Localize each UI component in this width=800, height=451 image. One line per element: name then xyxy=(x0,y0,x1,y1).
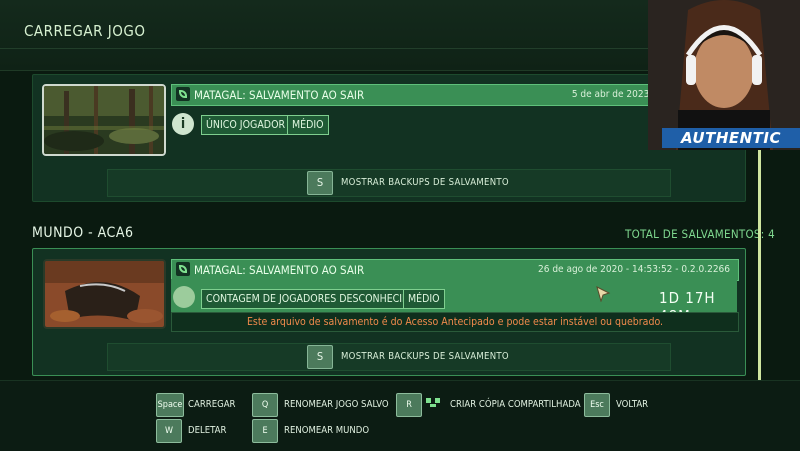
show-backups-label: MOSTRAR BACKUPS DE SALVAMENTO xyxy=(341,351,509,362)
key-space[interactable]: Space xyxy=(156,393,184,417)
total-saves: TOTAL DE SALVAMENTOS: 4 xyxy=(625,227,776,241)
save-date: 26 de ago de 2020 - 14:53:52 - 0.2.0.226… xyxy=(538,264,730,275)
save-title-bar-1[interactable]: MATAGAL: SALVAMENTO AO SAIR 5 de abr de … xyxy=(171,84,673,106)
key-e[interactable]: E xyxy=(252,419,278,443)
save-thumbnail-1 xyxy=(42,84,166,156)
key-esc[interactable]: Esc xyxy=(584,393,610,417)
save-slot-2[interactable]: MATAGAL: SALVAMENTO AO SAIR 26 de ago de… xyxy=(32,248,746,376)
page-title: CARREGAR JOGO xyxy=(24,22,146,40)
create-shared-copy-label[interactable]: CRIAR CÓPIA COMPARTILHADA xyxy=(450,399,581,410)
desert-thumbnail-image xyxy=(45,261,164,327)
load-label[interactable]: CARREGAR xyxy=(188,399,236,410)
scrollbar[interactable] xyxy=(758,150,761,380)
key-s: S xyxy=(307,171,333,195)
early-access-warning: Este arquivo de salvamento é do Acesso A… xyxy=(171,312,739,332)
save-name: MATAGAL: SALVAMENTO AO SAIR xyxy=(194,263,365,277)
show-backups-label: MOSTRAR BACKUPS DE SALVAMENTO xyxy=(341,177,509,188)
key-s: S xyxy=(307,345,333,369)
tag-player-count: CONTAGEM DE JOGADORES DESCONHECIDA xyxy=(201,289,421,309)
world-title: MUNDO - ACA6 xyxy=(32,225,134,241)
backup-row-1[interactable]: S MOSTRAR BACKUPS DE SALVAMENTO xyxy=(107,169,671,197)
save-thumbnail-2 xyxy=(43,259,166,329)
tag-difficulty: MÉDIO xyxy=(403,289,445,309)
share-icon xyxy=(426,398,440,407)
key-q[interactable]: Q xyxy=(252,393,278,417)
rename-world-label[interactable]: RENOMEAR MUNDO xyxy=(284,425,369,436)
save-title-bar-2[interactable]: MATAGAL: SALVAMENTO AO SAIR 26 de ago de… xyxy=(171,259,739,281)
footer-actions: Space CARREGAR Q RENOMEAR JOGO SALVO R C… xyxy=(0,380,800,451)
save-slot-1[interactable]: MATAGAL: SALVAMENTO AO SAIR 5 de abr de … xyxy=(32,74,746,202)
key-r[interactable]: R xyxy=(396,393,422,417)
mouse-cursor-icon xyxy=(596,286,611,302)
forest-thumbnail-image xyxy=(44,86,164,154)
back-label[interactable]: VOLTAR xyxy=(616,399,648,410)
leaf-icon xyxy=(176,87,190,101)
rename-save-label[interactable]: RENOMEAR JOGO SALVO xyxy=(284,399,389,410)
key-w[interactable]: W xyxy=(156,419,182,443)
player-count-icon xyxy=(173,286,195,308)
backup-row-2[interactable]: S MOSTRAR BACKUPS DE SALVAMENTO xyxy=(107,343,671,371)
save-name: MATAGAL: SALVAMENTO AO SAIR xyxy=(194,88,365,102)
tag-mode: ÚNICO JOGADOR xyxy=(201,115,291,135)
delete-label[interactable]: DELETAR xyxy=(188,425,226,436)
info-icon[interactable]: i xyxy=(172,113,194,135)
leaf-icon xyxy=(176,262,190,276)
streamer-name-banner: AUTHENTIC xyxy=(662,128,800,148)
tag-difficulty: MÉDIO xyxy=(287,115,329,135)
